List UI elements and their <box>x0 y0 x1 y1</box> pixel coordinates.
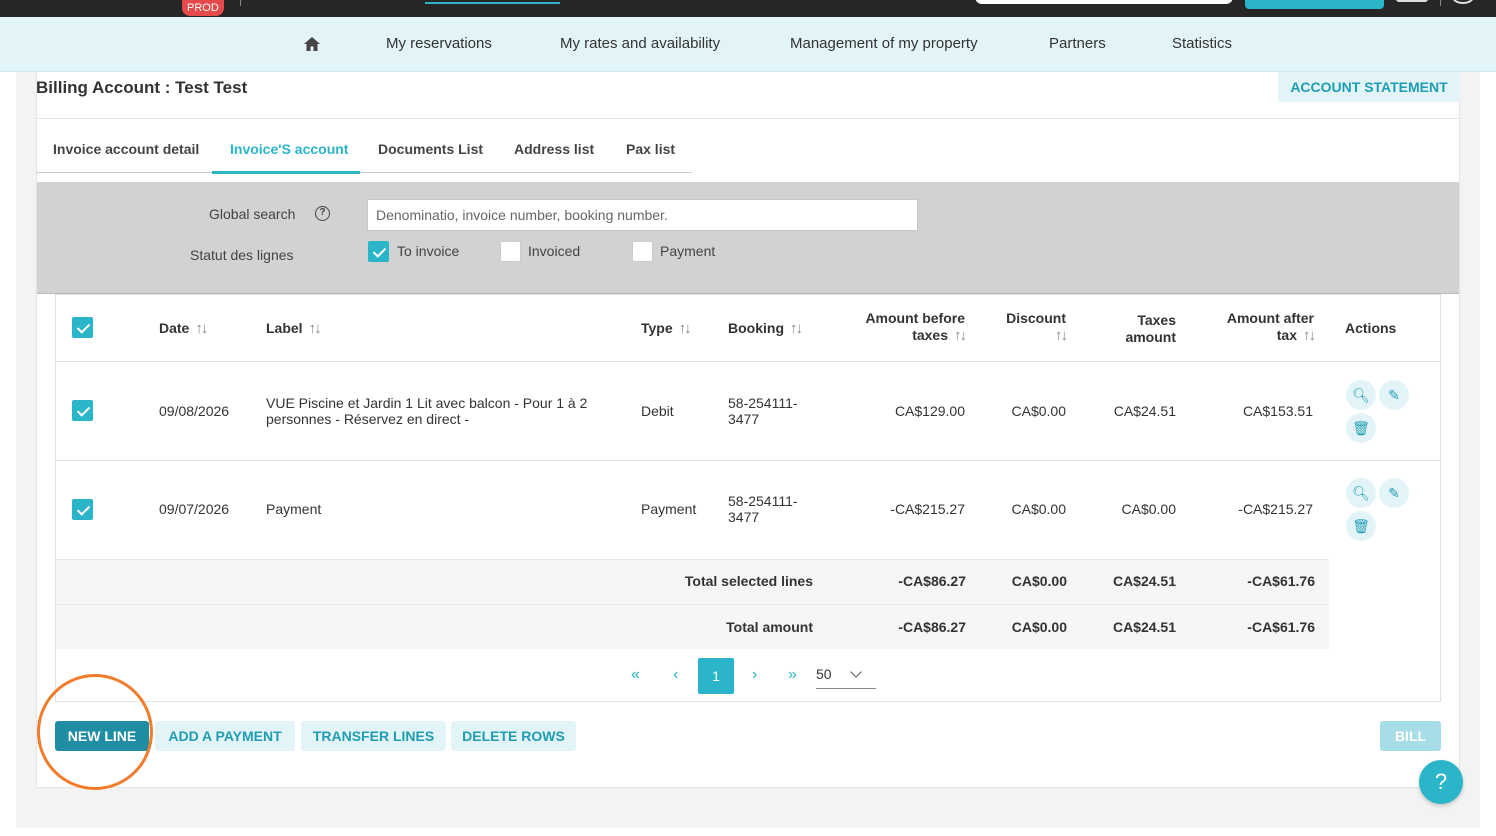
page-title: Billing Account : Test Test <box>36 78 248 97</box>
status-invoiced-label: Invoiced <box>528 243 581 259</box>
row-label: Payment <box>266 501 322 517</box>
row-taxes: CA$24.51 <box>1113 403 1176 419</box>
last-page-button[interactable]: » <box>788 666 797 684</box>
main-nav: My reservations My rates and availabilit… <box>0 17 1496 72</box>
view-magnifier-icon[interactable]: 🔍︎ <box>1346 380 1376 410</box>
row-taxes: CA$0.00 <box>1121 501 1176 517</box>
tab-pax-list[interactable]: Pax list <box>626 141 675 157</box>
header-booking[interactable]: Booking ↑↓ <box>728 320 803 337</box>
current-page-button[interactable]: 1 <box>698 658 734 694</box>
status-invoiced-checkbox[interactable] <box>500 241 521 262</box>
row-checkbox[interactable] <box>72 499 93 520</box>
first-page-button[interactable]: « <box>631 666 640 684</box>
header-label[interactable]: Label ↑↓ <box>266 320 322 337</box>
sort-icon[interactable]: ↑↓ <box>309 320 322 337</box>
row-amount-after: -CA$215.27 <box>1238 501 1313 517</box>
account-statement-button[interactable]: ACCOUNT STATEMENT <box>1278 72 1460 102</box>
nav-rates-availability[interactable]: My rates and availability <box>560 35 720 52</box>
nav-statistics[interactable]: Statistics <box>1172 35 1232 52</box>
header-discount[interactable]: Discount ↑↓ <box>986 310 1068 344</box>
prev-page-button[interactable]: ‹ <box>673 666 678 684</box>
row-amount-before: -CA$215.27 <box>890 501 965 517</box>
divider <box>36 118 1460 119</box>
tab-documents-list[interactable]: Documents List <box>378 141 483 157</box>
header-actions: Actions <box>1345 320 1397 336</box>
row-booking[interactable]: 58-254111- 3477 <box>728 395 798 427</box>
next-page-button[interactable]: › <box>752 666 757 684</box>
bill-button[interactable]: BILL <box>1380 721 1441 751</box>
sort-icon[interactable]: ↑↓ <box>954 327 967 344</box>
top-mail-icon[interactable] <box>1396 0 1428 2</box>
header-amount-before-taxes[interactable]: Amount before taxes ↑↓ <box>845 310 967 344</box>
row-type: Payment <box>641 501 697 517</box>
total-amount-discount: CA$0.00 <box>1011 619 1067 635</box>
delete-trash-icon[interactable]: 🗑︎ <box>1346 511 1376 541</box>
total-selected-discount: CA$0.00 <box>1011 573 1067 589</box>
add-payment-button[interactable]: ADD A PAYMENT <box>155 721 295 751</box>
sort-icon[interactable]: ↑↓ <box>1303 327 1316 344</box>
header-taxes-amount: Taxes amount <box>1125 312 1176 345</box>
row-amount-before: CA$129.00 <box>894 403 965 419</box>
view-magnifier-icon[interactable]: 🔍︎ <box>1346 478 1376 508</box>
active-tab-indicator <box>212 171 360 174</box>
status-payment-label: Payment <box>660 243 716 259</box>
header-date[interactable]: Date ↑↓ <box>159 320 208 337</box>
delete-rows-button[interactable]: DELETE ROWS <box>451 721 576 751</box>
status-to-invoice-checkbox[interactable] <box>368 241 389 262</box>
top-search-input[interactable] <box>975 0 1233 4</box>
row-divider <box>56 361 1440 362</box>
status-to-invoice-label: To invoice <box>397 243 460 259</box>
edit-icon[interactable]: ✎ <box>1379 380 1409 410</box>
header-type[interactable]: Type ↑↓ <box>641 320 692 337</box>
global-search-input[interactable] <box>367 199 918 231</box>
top-bar-active-indicator <box>425 2 560 4</box>
sort-icon[interactable]: ↑↓ <box>195 320 208 337</box>
total-selected-amount-before: -CA$86.27 <box>898 573 966 589</box>
total-selected-taxes: CA$24.51 <box>1112 573 1176 589</box>
total-selected-amount-after: -CA$61.76 <box>1247 573 1315 589</box>
tab-invoice-account-detail[interactable]: Invoice account detail <box>53 141 199 157</box>
select-all-checkbox[interactable] <box>72 317 93 338</box>
help-circle-icon[interactable]: ? <box>315 206 330 221</box>
nav-partners[interactable]: Partners <box>1049 35 1106 52</box>
row-discount: CA$0.00 <box>1011 501 1066 517</box>
global-search-label: Global search <box>209 206 296 222</box>
sort-icon[interactable]: ↑↓ <box>790 320 803 337</box>
top-bar-divider <box>240 0 241 6</box>
nav-my-reservations[interactable]: My reservations <box>386 35 492 52</box>
top-action-button[interactable] <box>1245 0 1384 9</box>
sort-icon[interactable]: ↑↓ <box>1055 327 1068 344</box>
row-divider <box>56 460 1440 461</box>
help-button[interactable]: ? <box>1419 760 1463 804</box>
top-bar-divider-2 <box>1440 0 1441 6</box>
edit-icon[interactable]: ✎ <box>1379 478 1409 508</box>
tabs-underline <box>36 172 692 173</box>
total-amount-after: -CA$61.76 <box>1247 619 1315 635</box>
row-label: VUE Piscine et Jardin 1 Lit avec balcon … <box>266 395 588 427</box>
total-amount-label: Total amount <box>726 619 813 635</box>
status-label: Statut des lignes <box>190 247 294 263</box>
total-amount-taxes: CA$24.51 <box>1112 619 1176 635</box>
highlight-annotation <box>37 674 153 790</box>
nav-property-management[interactable]: Management of my property <box>790 35 978 52</box>
row-amount-after: CA$153.51 <box>1242 403 1313 419</box>
row-booking[interactable]: 58-254111- 3477 <box>728 493 798 525</box>
page-size-select[interactable]: 50 <box>816 666 876 689</box>
home-icon[interactable] <box>303 35 321 53</box>
row-checkbox[interactable] <box>72 400 93 421</box>
row-date: 09/08/2026 <box>159 403 230 419</box>
total-amount-before: -CA$86.27 <box>898 619 966 635</box>
row-date: 09/07/2026 <box>159 501 230 517</box>
tab-address-list[interactable]: Address list <box>514 141 594 157</box>
header-amount-after-tax[interactable]: Amount after tax ↑↓ <box>1194 310 1316 344</box>
delete-trash-icon[interactable]: 🗑︎ <box>1346 413 1376 443</box>
transfer-lines-button[interactable]: TRANSFER LINES <box>301 721 446 751</box>
total-selected-label: Total selected lines <box>684 573 813 589</box>
status-payment-checkbox[interactable] <box>632 241 653 262</box>
sort-icon[interactable]: ↑↓ <box>679 320 692 337</box>
env-badge: PROD <box>182 0 224 16</box>
tab-invoices-account[interactable]: Invoice'S account <box>230 141 348 157</box>
row-discount: CA$0.00 <box>1011 403 1066 419</box>
row-type: Debit <box>641 403 674 419</box>
